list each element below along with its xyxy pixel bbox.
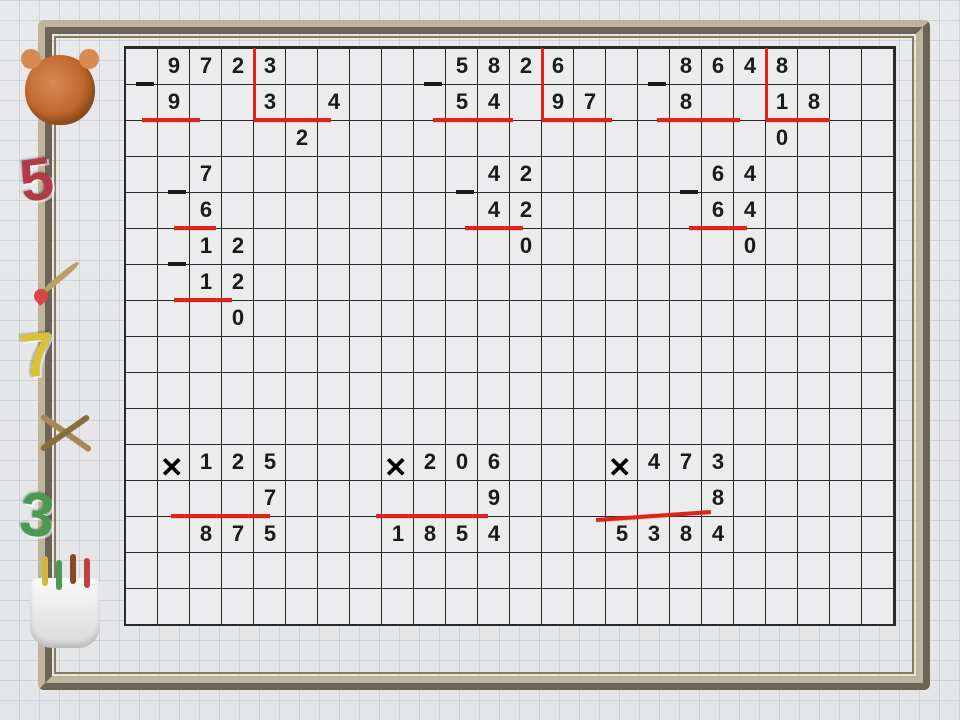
minus-sign <box>168 190 186 194</box>
grid-cell: 3 <box>254 48 286 84</box>
pencil-cup-icon <box>30 578 100 648</box>
red-divider <box>541 48 544 120</box>
multiply-sign: ✕ <box>384 451 407 484</box>
grid-cell: 2 <box>222 228 254 264</box>
grid-cell: 4 <box>734 156 766 192</box>
grid-cell: 2 <box>222 444 254 480</box>
grid-cell: 4 <box>478 84 510 120</box>
grid-cell: 4 <box>478 516 510 552</box>
grid-cell: 3 <box>702 444 734 480</box>
minus-sign <box>424 82 442 86</box>
minus-sign <box>680 190 698 194</box>
multiply-sign: ✕ <box>160 451 183 484</box>
decoration-sidebar: 5 7 3 <box>0 0 120 720</box>
red-underline <box>542 118 612 122</box>
red-underline <box>433 118 513 122</box>
red-underline <box>766 118 830 122</box>
grid-cell: 8 <box>478 48 510 84</box>
grid-cell: 5 <box>606 516 638 552</box>
grid-cell: 8 <box>670 84 702 120</box>
red-underline <box>254 118 331 122</box>
grid-cell: 4 <box>318 84 350 120</box>
grid-cell: 8 <box>670 516 702 552</box>
grid-cell: 5 <box>254 516 286 552</box>
grid-cell: 6 <box>478 444 510 480</box>
grid-cell: 6 <box>702 48 734 84</box>
grid-cell: 2 <box>510 192 542 228</box>
grid-cell: 4 <box>734 192 766 228</box>
grid-cell: 2 <box>510 48 542 84</box>
grid-cell: 0 <box>222 300 254 336</box>
minus-sign <box>456 190 474 194</box>
red-underline <box>376 514 488 518</box>
deco-number-7: 7 <box>16 318 58 392</box>
grid-cell: 6 <box>702 192 734 228</box>
minus-sign <box>648 82 666 86</box>
red-underline <box>174 226 216 230</box>
grid-cell: 7 <box>222 516 254 552</box>
grid-cell: 9 <box>478 480 510 516</box>
grid-cell: 0 <box>510 228 542 264</box>
red-underline <box>465 226 523 230</box>
grid-cell: 4 <box>702 516 734 552</box>
grid-cell: 7 <box>190 48 222 84</box>
grid-cell: 8 <box>190 516 222 552</box>
grid-cell: 3 <box>638 516 670 552</box>
grid-cell: 8 <box>798 84 830 120</box>
multiply-sign: ✕ <box>608 451 631 484</box>
grid-cell: 6 <box>190 192 222 228</box>
grid-cell: 0 <box>766 120 798 156</box>
grid-cell: 2 <box>414 444 446 480</box>
grid-cell: 2 <box>222 264 254 300</box>
grid-cell: 5 <box>446 84 478 120</box>
bear-icon <box>25 55 95 125</box>
red-underline <box>174 298 232 302</box>
grid-cell: 4 <box>638 444 670 480</box>
grid-cell: 1 <box>382 516 414 552</box>
grid-cell: 9 <box>158 84 190 120</box>
grid-cell: 7 <box>574 84 606 120</box>
red-divider <box>765 48 768 120</box>
grid-cell: 8 <box>414 516 446 552</box>
red-underline <box>171 514 270 518</box>
brush-icon <box>32 245 92 305</box>
grid-cell: 1 <box>766 84 798 120</box>
red-underline <box>689 226 747 230</box>
compass-icon <box>32 400 102 470</box>
deco-number-5: 5 <box>15 143 58 216</box>
grid-cell: 1 <box>190 228 222 264</box>
grid-cell: 1 <box>190 444 222 480</box>
minus-sign <box>168 262 186 266</box>
grid-cell: 9 <box>542 84 574 120</box>
red-underline <box>657 118 740 122</box>
grid-cell: 2 <box>510 156 542 192</box>
grid-cell: 9 <box>158 48 190 84</box>
grid-cell: 2 <box>286 120 318 156</box>
grid-cell: 4 <box>478 156 510 192</box>
grid-cell: 1 <box>190 264 222 300</box>
grid-cell: 4 <box>734 48 766 84</box>
grid-cell: 0 <box>734 228 766 264</box>
minus-sign <box>136 82 154 86</box>
grid-cell: 0 <box>446 444 478 480</box>
grid-cell: 2 <box>222 48 254 84</box>
grid-cell: 5 <box>446 48 478 84</box>
deco-number-3: 3 <box>17 479 58 553</box>
grid-cell: 8 <box>766 48 798 84</box>
grid-cell: 4 <box>478 192 510 228</box>
grid-cell: 6 <box>542 48 574 84</box>
grid-cell: 5 <box>446 516 478 552</box>
grid-cell: 8 <box>670 48 702 84</box>
grid-cell: 6 <box>702 156 734 192</box>
red-underline <box>142 118 200 122</box>
red-divider <box>253 48 256 120</box>
grid-cell: 7 <box>190 156 222 192</box>
math-grid: 9723934276121205826549742420864881806464… <box>124 46 896 626</box>
grid-cell: 5 <box>254 444 286 480</box>
grid-cell: 7 <box>254 480 286 516</box>
grid-cell: 7 <box>670 444 702 480</box>
grid-cell: 3 <box>254 84 286 120</box>
